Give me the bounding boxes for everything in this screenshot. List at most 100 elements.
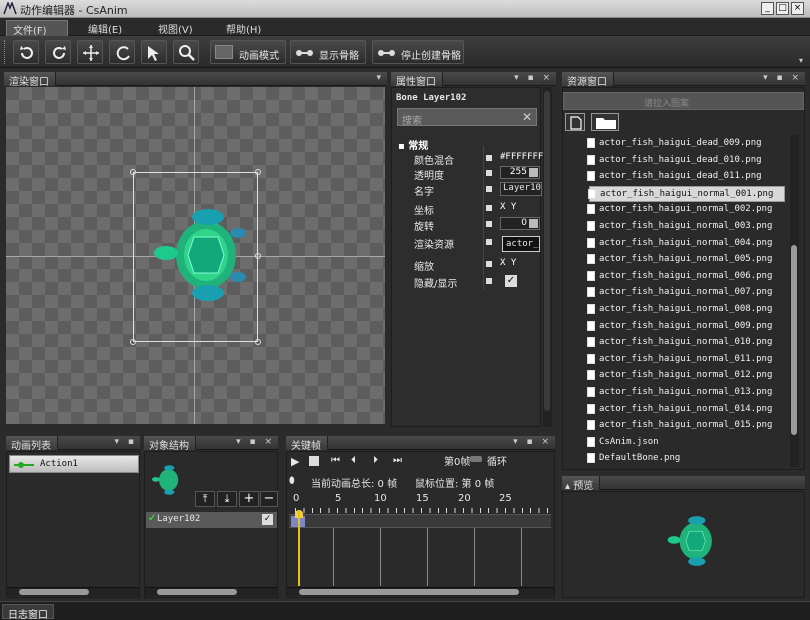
- file-name: actor_fish_haigui_normal_008.png: [599, 304, 773, 314]
- handle-tl[interactable]: [130, 169, 136, 175]
- prev-frame-button[interactable]: ⏴: [351, 455, 356, 466]
- preview-panel-header: ▴ 预览: [562, 476, 805, 492]
- action-icon: [14, 462, 34, 468]
- panel-menu-icon[interactable]: ▾: [376, 73, 384, 83]
- move-down-button[interactable]: ⤓: [217, 491, 237, 507]
- props-scrollbar[interactable]: [543, 87, 552, 427]
- rotation-spinbox[interactable]: 0: [500, 217, 540, 230]
- panel-controls-icon[interactable]: ▾ ▪ ×: [513, 437, 552, 447]
- folder-icon: [596, 118, 616, 129]
- add-layer-button[interactable]: +: [239, 491, 259, 507]
- prop-checkbox[interactable]: [486, 186, 492, 192]
- properties-panel: Bone Layer102 搜索 ✕ ▪ 常规 颜色混合 #FFFFFFF 透明…: [391, 87, 543, 427]
- file-item[interactable]: actor_fish_haigui_normal_001.png: [588, 185, 785, 202]
- layer-visible-checkbox[interactable]: ✓: [262, 514, 273, 525]
- prop-checkbox[interactable]: [486, 278, 492, 284]
- file-name: actor_fish_haigui_dead_011.png: [599, 171, 762, 182]
- maximize-button[interactable]: □: [776, 2, 789, 15]
- scale-xy-input[interactable]: X Y: [500, 258, 516, 268]
- file-name: actor_fish_haigui_normal_015.png: [599, 420, 773, 431]
- loop-label: 循环: [487, 457, 507, 468]
- render-canvas[interactable]: [6, 87, 385, 424]
- preview-panel: [562, 491, 805, 598]
- resource-panel: 请拉入图案 actor_fish_haigui_dead_009.png acto…: [562, 87, 805, 470]
- rotate-cw-button[interactable]: [45, 40, 71, 64]
- panel-controls-icon[interactable]: ▾ ▪: [115, 437, 137, 447]
- keyframe-track[interactable]: [289, 514, 551, 528]
- last-frame-button[interactable]: ⏭: [393, 455, 402, 466]
- stop-button[interactable]: [309, 456, 319, 466]
- move-up-button[interactable]: ⤒: [195, 491, 215, 507]
- prop-checkbox[interactable]: [486, 261, 492, 267]
- show-bone-button[interactable]: 显示骨骼: [290, 40, 366, 64]
- zoom-button[interactable]: [173, 40, 199, 64]
- log-window-tab[interactable]: 日志窗口: [2, 604, 54, 620]
- tick-label: 5: [335, 493, 342, 504]
- file-icon: [587, 270, 595, 281]
- stop-create-bone-label: 停止创建骨骼: [401, 51, 461, 62]
- render-resource-field[interactable]: actor_: [502, 236, 540, 252]
- opacity-spinbox[interactable]: 255: [500, 166, 540, 179]
- prop-position: 坐标 X Y: [392, 200, 542, 217]
- res-scrollbar[interactable]: [790, 135, 799, 467]
- file-icon: [587, 403, 595, 414]
- rotate-tool-button[interactable]: [109, 40, 135, 64]
- minimize-button[interactable]: _: [761, 2, 774, 15]
- clear-search-icon[interactable]: ✕: [522, 110, 532, 124]
- anim-list-scrollbar[interactable]: [7, 587, 139, 596]
- menu-help[interactable]: 帮助(H): [220, 20, 267, 37]
- object-panel-title: 对象结构: [144, 436, 196, 452]
- turtle-sprite[interactable]: [146, 205, 256, 305]
- remove-layer-button[interactable]: −: [260, 491, 278, 507]
- next-frame-button[interactable]: ⏵: [373, 455, 378, 466]
- panel-controls-icon[interactable]: ▾ ▪ ×: [763, 73, 802, 83]
- open-folder-button[interactable]: [591, 113, 619, 131]
- toolbar-overflow-icon[interactable]: ▾: [799, 56, 803, 65]
- handle-tr[interactable]: [255, 169, 261, 175]
- prop-checkbox[interactable]: [486, 155, 492, 161]
- object-scrollbar[interactable]: [145, 587, 277, 596]
- visibility-checkbox[interactable]: ✓: [505, 275, 517, 287]
- move-button[interactable]: [77, 40, 103, 64]
- anim-item-action1[interactable]: Action1: [9, 455, 139, 473]
- loop-toggle[interactable]: [470, 456, 482, 462]
- prop-checkbox[interactable]: [486, 170, 492, 176]
- file-name: actor_fish_haigui_normal_012.png: [599, 370, 773, 381]
- new-file-button[interactable]: [565, 113, 585, 131]
- anim-mode-button[interactable]: 动画模式: [210, 40, 286, 64]
- menu-view[interactable]: 视图(V): [152, 20, 199, 37]
- position-xy-input[interactable]: X Y: [500, 202, 516, 212]
- prop-key: 渲染资源: [414, 240, 454, 251]
- file-icon: [587, 453, 595, 464]
- panel-controls-icon[interactable]: ▾ ▪ ×: [514, 73, 553, 83]
- prop-checkbox[interactable]: [486, 239, 492, 245]
- play-button[interactable]: ▶: [291, 455, 299, 468]
- file-icon: [587, 387, 595, 397]
- film-icon: [215, 45, 233, 59]
- close-button[interactable]: ×: [791, 2, 804, 15]
- prop-checkbox[interactable]: [486, 221, 492, 227]
- timeline-ruler[interactable]: 0 5 10 15 20 25: [287, 492, 549, 514]
- toolbar-grip[interactable]: [4, 40, 7, 64]
- file-name: actor_fish_haigui_normal_009.png: [599, 320, 773, 331]
- tick-marks: [295, 508, 549, 513]
- panel-controls-icon[interactable]: ▾ ▪ ×: [236, 437, 275, 447]
- rotate-ccw-button[interactable]: [13, 40, 39, 64]
- layer-row[interactable]: ✓ Layer102 ✓: [146, 512, 277, 528]
- prop-key: 透明度: [414, 171, 444, 182]
- prop-search-input[interactable]: 搜索 ✕: [397, 108, 537, 127]
- name-input[interactable]: Layer10: [500, 182, 542, 196]
- prop-key: 缩放: [414, 262, 434, 273]
- file-name: actor_fish_haigui_normal_001.png: [600, 188, 774, 199]
- select-button[interactable]: [141, 40, 167, 64]
- handle-br[interactable]: [255, 339, 261, 345]
- menu-edit[interactable]: 编辑(E): [82, 20, 128, 37]
- res-filter-input[interactable]: 请拉入图案: [563, 92, 804, 110]
- handle-bl[interactable]: [130, 339, 136, 345]
- prop-checkbox[interactable]: [486, 205, 492, 211]
- prop-key: 旋转: [414, 222, 434, 233]
- timeline-scrollbar[interactable]: [287, 587, 554, 596]
- show-bone-label: 显示骨骼: [319, 51, 359, 62]
- first-frame-button[interactable]: ⏮: [331, 455, 340, 466]
- stop-create-bone-button[interactable]: 停止创建骨骼: [372, 40, 464, 64]
